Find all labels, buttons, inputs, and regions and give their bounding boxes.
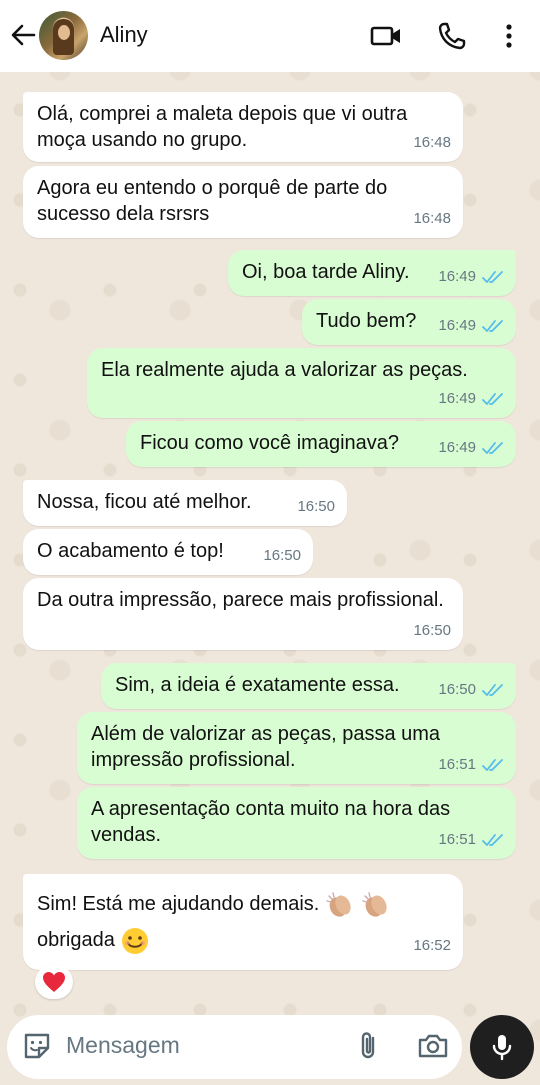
message-time-status: 16:49 — [438, 313, 504, 339]
message-time: 16:51 — [438, 756, 476, 773]
avatar[interactable] — [39, 11, 88, 60]
message-time: 16:48 — [413, 210, 451, 227]
back-arrow-icon[interactable] — [8, 20, 38, 50]
message-text: obrigada — [37, 929, 115, 951]
message-time: 16:49 — [438, 439, 476, 456]
clapping-hands-icon — [326, 892, 351, 917]
attach-icon[interactable] — [352, 1029, 386, 1063]
read-ticks-icon — [482, 442, 503, 454]
message-outgoing[interactable]: Tudo bem? 16:49 — [302, 299, 516, 345]
message-time: 16:48 — [413, 134, 451, 151]
message-text: Nossa, ficou até melhor. — [37, 491, 252, 513]
message-text: Além de valorizar as peças, passa uma im… — [91, 723, 441, 771]
message-reaction[interactable] — [35, 965, 73, 999]
message-time: 16:52 — [413, 937, 451, 954]
message-time-status: 16:49 — [438, 386, 504, 412]
message-text: Da outra impressão, parece mais profissi… — [37, 589, 444, 611]
red-heart-icon — [43, 972, 65, 992]
message-time: 16:50 — [297, 498, 335, 515]
message-time: 16:50 — [438, 681, 476, 698]
message-incoming[interactable]: Agora eu entendo o porquê de parte do su… — [23, 166, 463, 238]
read-ticks-icon — [482, 834, 503, 846]
message-input[interactable]: Mensagem — [66, 1032, 180, 1059]
message-text: O acabamento é top! — [37, 540, 224, 562]
more-options-icon[interactable] — [492, 19, 526, 53]
message-line: Sim! Está me ajudando demais. — [37, 886, 449, 922]
microphone-button[interactable] — [470, 1015, 534, 1079]
message-time: 16:50 — [413, 622, 451, 639]
message-text: Agora eu entendo o porquê de parte do su… — [37, 177, 388, 225]
read-ticks-icon — [482, 271, 503, 283]
voice-call-icon[interactable] — [435, 19, 469, 53]
message-text: Sim! Está me ajudando demais. — [37, 893, 320, 915]
microphone-icon — [492, 1035, 512, 1061]
message-outgoing[interactable]: Oi, boa tarde Aliny. 16:49 — [228, 250, 516, 296]
read-ticks-icon — [482, 684, 503, 696]
message-time-status: 16:49 — [438, 435, 504, 461]
message-incoming[interactable]: Sim! Está me ajudando demais. obrigada 1… — [23, 874, 463, 970]
message-incoming[interactable]: Da outra impressão, parece mais profissi… — [23, 578, 463, 650]
chat-header: Aliny — [0, 0, 540, 72]
camera-icon[interactable] — [416, 1029, 450, 1063]
message-line: obrigada — [37, 922, 449, 958]
message-time-status: 16:49 — [438, 264, 504, 290]
message-text: A apresentação conta muito na hora das v… — [91, 798, 451, 846]
message-time: 16:50 — [263, 547, 301, 564]
message-time: 16:49 — [438, 317, 476, 334]
message-text: Ela realmente ajuda a valorizar as peças… — [101, 359, 468, 381]
read-ticks-icon — [482, 320, 503, 332]
message-text: Olá, comprei a maleta depois que vi outr… — [37, 103, 408, 151]
message-time-status: 16:51 — [438, 827, 504, 853]
contact-name[interactable]: Aliny — [100, 22, 148, 48]
video-call-icon[interactable] — [369, 19, 403, 53]
message-incoming[interactable]: Olá, comprei a maleta depois que vi outr… — [23, 92, 463, 162]
message-text: Oi, boa tarde Aliny. — [242, 261, 410, 283]
message-outgoing[interactable]: Sim, a ideia é exatamente essa. 16:50 — [101, 663, 516, 709]
sticker-icon[interactable] — [20, 1029, 54, 1063]
message-text: Sim, a ideia é exatamente essa. — [115, 674, 400, 696]
message-incoming[interactable]: O acabamento é top! 16:50 — [23, 529, 313, 575]
message-time-status: 16:51 — [438, 752, 504, 778]
message-time: 16:49 — [438, 390, 476, 407]
message-time: 16:51 — [438, 831, 476, 848]
message-outgoing[interactable]: Ela realmente ajuda a valorizar as peças… — [87, 348, 516, 418]
message-outgoing[interactable]: A apresentação conta muito na hora das v… — [77, 787, 516, 859]
message-outgoing[interactable]: Além de valorizar as peças, passa uma im… — [77, 712, 516, 784]
message-incoming[interactable]: Nossa, ficou até melhor. 16:50 — [23, 480, 347, 526]
clapping-hands-icon — [361, 892, 387, 917]
message-outgoing[interactable]: Ficou como você imaginava? 16:49 — [126, 421, 516, 467]
read-ticks-icon — [482, 393, 503, 405]
message-time: 16:49 — [438, 268, 476, 285]
message-text: Tudo bem? — [316, 310, 417, 332]
avatar-face — [58, 25, 70, 40]
read-ticks-icon — [482, 759, 503, 771]
message-text: Ficou como você imaginava? — [140, 432, 400, 454]
message-time-status: 16:50 — [438, 677, 504, 703]
smiling-face-icon — [122, 927, 149, 954]
